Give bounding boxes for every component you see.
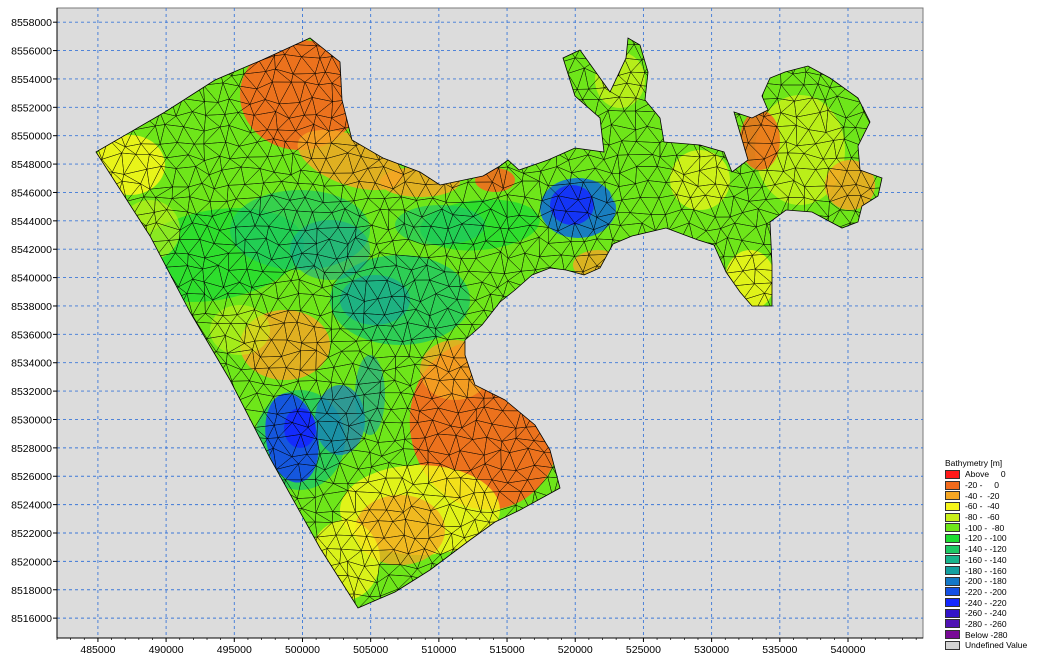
y-tick-label: 8554000 — [11, 74, 52, 86]
y-tick-label: 8550000 — [11, 131, 52, 143]
legend-item: Above 0 — [945, 469, 1045, 480]
y-tick-label: 8544000 — [11, 216, 52, 228]
legend-swatch — [945, 587, 960, 597]
legend-item: -20 - 0 — [945, 480, 1045, 491]
legend-item: Below -280 — [945, 629, 1045, 640]
y-tick-label: 8518000 — [11, 585, 52, 597]
legend-item: -280 - -260 — [945, 619, 1045, 630]
legend-label: Undefined Value — [965, 640, 1028, 651]
legend-swatch — [945, 544, 960, 554]
legend-label: -40 - -20 — [965, 490, 1000, 501]
legend-label: -180 - -160 — [965, 565, 1007, 576]
x-tick-label: 530000 — [694, 644, 729, 656]
legend-swatch — [945, 469, 960, 479]
x-tick-label: 490000 — [149, 644, 184, 656]
x-tick-label: 500000 — [285, 644, 320, 656]
legend-item: -220 - -200 — [945, 587, 1045, 598]
legend-swatch — [945, 512, 960, 522]
legend-swatch — [945, 533, 960, 543]
legend-item: -100 - -80 — [945, 522, 1045, 533]
legend-label: -220 - -200 — [965, 586, 1007, 597]
legend-item: -160 - -140 — [945, 555, 1045, 566]
legend-label: -140 - -120 — [965, 544, 1007, 555]
legend-item: -140 - -120 — [945, 544, 1045, 555]
legend-item: Undefined Value — [945, 640, 1045, 651]
y-tick-label: 8536000 — [11, 329, 52, 341]
legend-label: -100 - -80 — [965, 522, 1005, 533]
legend-item: -60 - -40 — [945, 501, 1045, 512]
x-tick-label: 525000 — [626, 644, 661, 656]
legend-items: Above 0 -20 - 0 -40 - -20 -60 - -40 -80 - -6… — [945, 469, 1045, 651]
legend-item: -200 - -180 — [945, 576, 1045, 587]
y-tick-label: 8548000 — [11, 159, 52, 171]
legend-item: -40 - -20 — [945, 490, 1045, 501]
legend-label: -20 - 0 — [965, 480, 1000, 491]
y-tick-label: 8520000 — [11, 556, 52, 568]
x-tick-label: 510000 — [421, 644, 456, 656]
y-tick-label: 8546000 — [11, 187, 52, 199]
legend-swatch — [945, 523, 960, 533]
y-tick-label: 8526000 — [11, 471, 52, 483]
y-tick-label: 8538000 — [11, 301, 52, 313]
legend-title: Bathymetry [m] — [945, 458, 1003, 468]
x-tick-label: 495000 — [217, 644, 252, 656]
legend-swatch — [945, 598, 960, 608]
legend-item: -120 - -100 — [945, 533, 1045, 544]
legend-swatch — [945, 555, 960, 565]
y-tick-label: 8524000 — [11, 500, 52, 512]
x-tick-label: 485000 — [80, 644, 115, 656]
legend-label: -120 - -100 — [965, 533, 1007, 544]
y-tick-label: 8530000 — [11, 414, 52, 426]
y-tick-label: 8532000 — [11, 386, 52, 398]
y-tick-label: 8556000 — [11, 46, 52, 58]
legend-label: Above 0 — [965, 469, 1006, 480]
y-tick-label: 8540000 — [11, 273, 52, 285]
legend-swatch — [945, 640, 960, 650]
legend-item: -260 - -240 — [945, 608, 1045, 619]
y-tick-label: 8534000 — [11, 358, 52, 370]
x-tick-label: 535000 — [762, 644, 797, 656]
legend-label: -80 - -60 — [965, 512, 1000, 523]
y-axis: 8558000 8556000 8554000 8552000 8550000 85480… — [11, 8, 58, 638]
x-tick-label: 515000 — [490, 644, 525, 656]
x-tick-label: 505000 — [353, 644, 388, 656]
legend-swatch — [945, 608, 960, 618]
legend-swatch — [945, 630, 960, 640]
legend-swatch — [945, 501, 960, 511]
legend-swatch — [945, 566, 960, 576]
x-tick-label: 520000 — [558, 644, 593, 656]
y-tick-label: 8552000 — [11, 102, 52, 114]
legend-item: -240 - -220 — [945, 597, 1045, 608]
legend-label: -60 - -40 — [965, 501, 1000, 512]
legend-label: -240 - -220 — [965, 597, 1007, 608]
y-tick-label: 8528000 — [11, 443, 52, 455]
legend-swatch — [945, 576, 960, 586]
bathymetry-map[interactable]: 485000 490000 495000 500000 505000 510000 5150… — [0, 0, 1047, 660]
legend-label: Below -280 — [965, 629, 1008, 640]
legend-item: -180 - -160 — [945, 565, 1045, 576]
legend-swatch — [945, 619, 960, 629]
legend-swatch — [945, 480, 960, 490]
legend-label: -260 - -240 — [965, 608, 1007, 619]
y-tick-label: 8542000 — [11, 244, 52, 256]
x-tick-label: 540000 — [830, 644, 865, 656]
legend-swatch — [945, 491, 960, 501]
legend-item: -80 - -60 — [945, 512, 1045, 523]
y-tick-label: 8558000 — [11, 17, 52, 29]
y-tick-label: 8516000 — [11, 613, 52, 625]
legend-label: -160 - -140 — [965, 554, 1007, 565]
x-axis: 485000 490000 495000 500000 505000 510000 5150… — [56, 637, 923, 656]
legend: Bathymetry [m] Above 0 -20 - 0 -40 - -20 -6… — [945, 457, 1045, 651]
y-tick-label: 8522000 — [11, 528, 52, 540]
legend-label: -200 - -180 — [965, 576, 1007, 587]
legend-label: -280 - -260 — [965, 618, 1007, 629]
